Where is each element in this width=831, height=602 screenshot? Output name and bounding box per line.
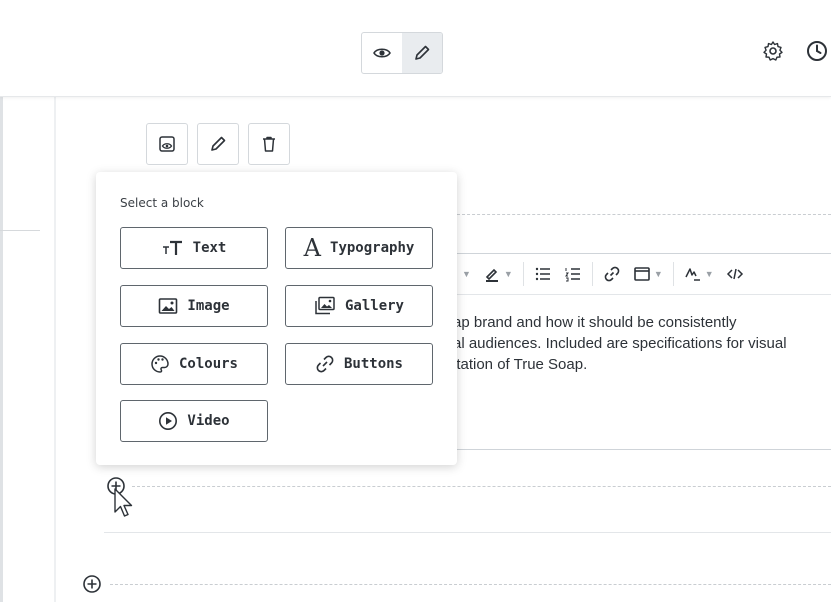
editor-line: ap brand and how it should be consistent… xyxy=(453,314,737,331)
play-icon xyxy=(158,411,178,431)
editor-line: itation of True Soap. xyxy=(453,356,588,373)
editor-content[interactable]: ap brand and how it should be consistent… xyxy=(453,312,787,375)
buttons-block-option[interactable]: Buttons xyxy=(285,343,433,385)
history-button[interactable] xyxy=(804,38,830,64)
box-icon xyxy=(634,267,650,281)
option-label: Image xyxy=(187,298,230,314)
insert-line xyxy=(110,584,831,585)
chevron-down-icon: ▼ xyxy=(503,269,513,279)
signature-icon xyxy=(685,268,700,281)
delete-block-button[interactable] xyxy=(248,123,290,165)
text-block-option[interactable]: Text xyxy=(120,227,268,269)
toolbar-separator xyxy=(522,262,524,286)
pencil-icon xyxy=(415,45,430,60)
link-icon xyxy=(315,354,335,374)
editor-line: al audiences. Included are specification… xyxy=(453,335,787,352)
special-format-button[interactable]: ▼ xyxy=(678,254,720,294)
trash-icon xyxy=(263,136,275,152)
preview-block-button[interactable] xyxy=(146,123,188,165)
bullet-list-icon xyxy=(535,267,550,281)
panel-title: Select a block xyxy=(120,196,204,210)
preview-icon xyxy=(159,136,175,152)
bullet-list-button[interactable] xyxy=(528,254,558,294)
edit-block-button[interactable] xyxy=(197,123,239,165)
top-bar xyxy=(0,0,831,97)
numbered-list-button[interactable] xyxy=(558,254,588,294)
content-left-rule xyxy=(54,96,56,602)
clock-icon xyxy=(807,41,827,61)
gallery-icon xyxy=(314,296,336,316)
toolbar-separator xyxy=(672,262,674,286)
highlight-button[interactable]: ▼ xyxy=(477,254,519,294)
gallery-block-option[interactable]: Gallery xyxy=(285,285,433,327)
editor-toolbar: ▼ ▼ ▼ ▼ xyxy=(453,254,831,295)
add-section-button[interactable] xyxy=(82,574,102,594)
edit-mode-button[interactable] xyxy=(402,33,442,73)
toolbar-separator xyxy=(591,262,593,286)
code-icon xyxy=(726,268,743,280)
plus-circle-icon xyxy=(83,575,101,593)
block-divider xyxy=(452,214,831,215)
chevron-down-icon: ▼ xyxy=(462,269,471,279)
option-label: Typography xyxy=(330,240,415,256)
box-button[interactable]: ▼ xyxy=(627,254,669,294)
video-block-option[interactable]: Video xyxy=(120,400,268,442)
source-code-button[interactable] xyxy=(720,254,750,294)
chevron-down-icon: ▼ xyxy=(653,269,663,279)
option-label: Colours xyxy=(178,356,238,372)
insert-line xyxy=(132,486,831,487)
side-divider xyxy=(0,230,40,231)
link-button[interactable] xyxy=(597,254,627,294)
view-mode-toggle xyxy=(361,32,443,74)
block-toolbar xyxy=(146,123,290,165)
highlighter-icon xyxy=(485,268,498,282)
block-picker-panel: Select a block Text A Typography Image G… xyxy=(96,172,457,465)
eye-icon xyxy=(373,48,391,58)
section-divider xyxy=(104,532,831,533)
image-block-option[interactable]: Image xyxy=(120,285,268,327)
typography-block-option[interactable]: A Typography xyxy=(285,227,433,269)
option-label: Text xyxy=(192,240,227,256)
mouse-cursor-icon xyxy=(112,486,136,525)
rich-text-editor[interactable]: ▼ ▼ ▼ ▼ ap brand and how it should be co… xyxy=(452,253,831,450)
link-icon xyxy=(604,266,620,282)
gear-icon xyxy=(763,41,783,61)
numbered-list-icon xyxy=(564,268,580,282)
palette-icon xyxy=(150,354,170,374)
typography-icon: A xyxy=(303,234,322,262)
option-label: Video xyxy=(187,413,230,429)
preview-mode-button[interactable] xyxy=(362,33,402,73)
text-size-icon xyxy=(162,239,184,257)
option-label: Buttons xyxy=(343,356,403,372)
image-icon xyxy=(158,297,178,315)
chevron-down-icon: ▼ xyxy=(704,269,714,279)
settings-button[interactable] xyxy=(760,38,786,64)
option-label: Gallery xyxy=(344,298,404,314)
pencil-icon xyxy=(211,136,226,151)
colours-block-option[interactable]: Colours xyxy=(120,343,268,385)
